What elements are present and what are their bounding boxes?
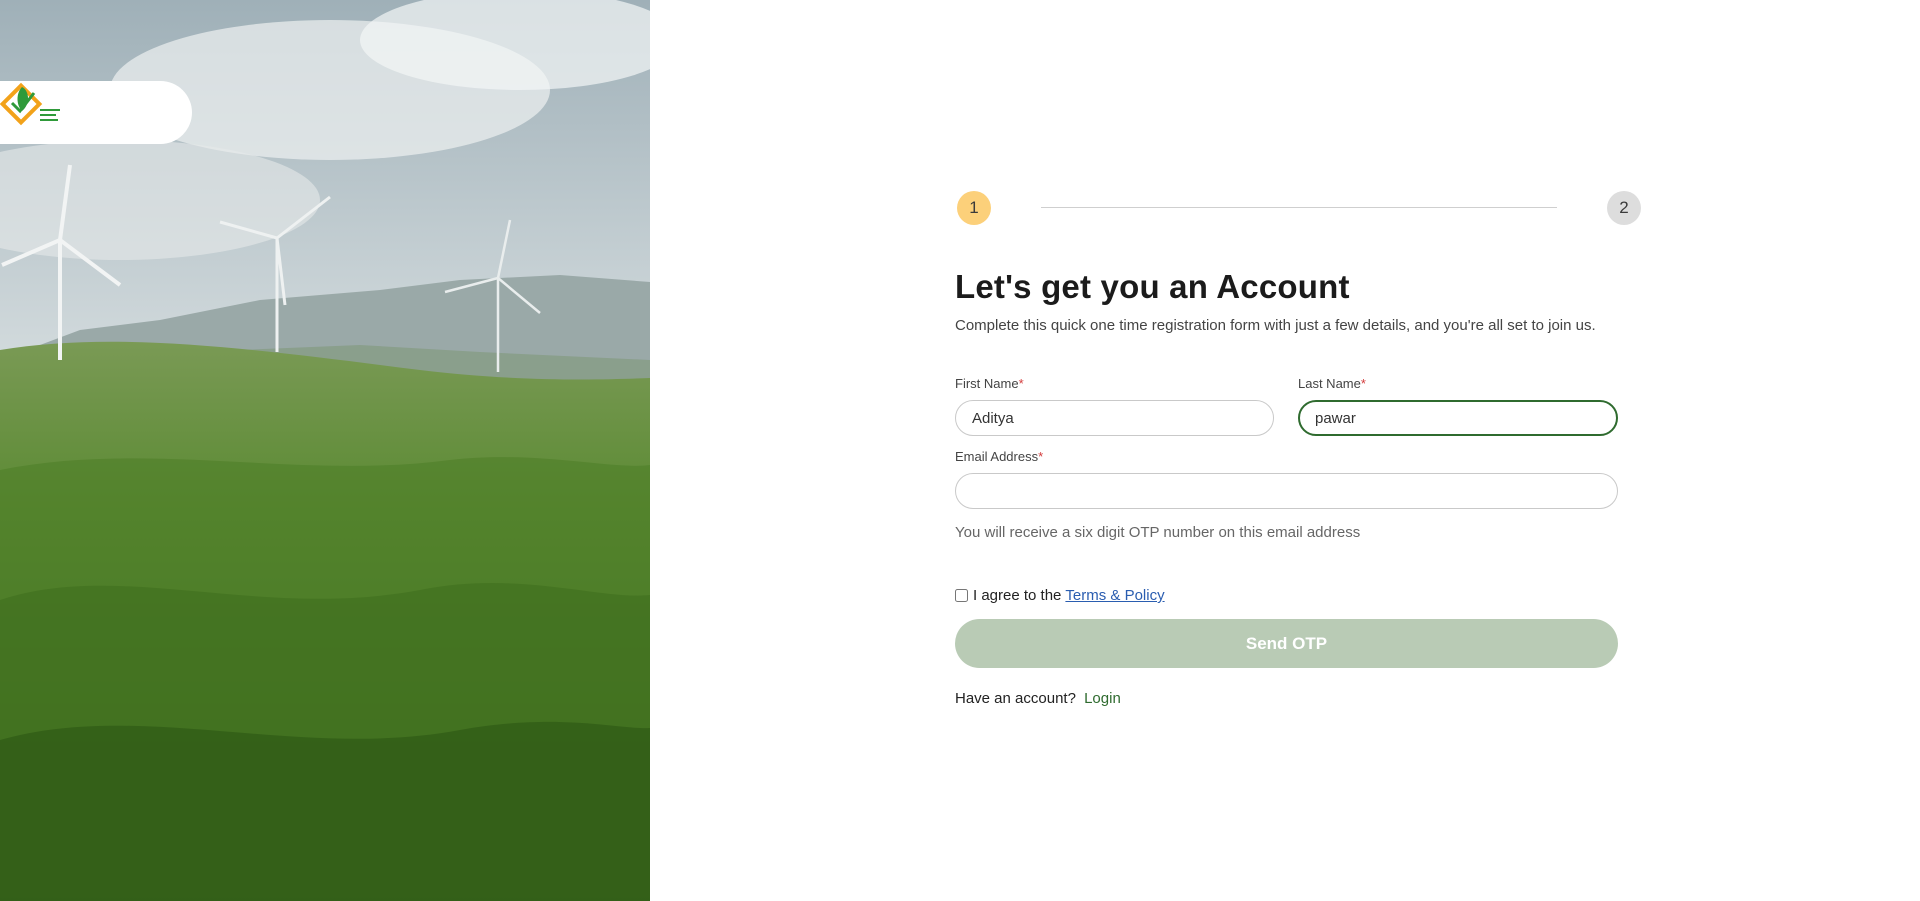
leaf-check-logo-icon <box>0 82 60 126</box>
login-prompt-row: Have an account? Login <box>955 690 1121 707</box>
step-1-indicator: 1 <box>957 191 991 225</box>
login-prompt-text: Have an account? <box>955 690 1076 707</box>
email-hint: You will receive a six digit OTP number … <box>955 524 1361 541</box>
page-subtitle: Complete this quick one time registratio… <box>955 317 1596 334</box>
last-name-input[interactable] <box>1298 400 1618 436</box>
step-2-indicator: 2 <box>1607 191 1641 225</box>
email-label-text: Email Address <box>955 449 1039 464</box>
last-name-label-text: Last Name <box>1298 376 1361 391</box>
send-otp-button[interactable]: Send OTP <box>955 619 1618 668</box>
first-name-label-text: First Name <box>955 376 1019 391</box>
required-mark: * <box>1038 449 1044 464</box>
registration-panel <box>650 0 1920 901</box>
terms-agreement: I agree to the Terms & Policy <box>955 587 1165 604</box>
required-mark: * <box>1018 376 1024 391</box>
stepper-line <box>1041 207 1557 208</box>
last-name-label: Last Name* <box>1298 376 1366 391</box>
terms-checkbox[interactable] <box>955 589 968 602</box>
page-title: Let's get you an Account <box>955 268 1350 305</box>
login-link[interactable]: Login <box>1084 690 1121 707</box>
email-label: Email Address* <box>955 449 1043 464</box>
email-input[interactable] <box>955 473 1618 509</box>
terms-policy-link[interactable]: Terms & Policy <box>1065 587 1164 604</box>
stepper: 1 2 <box>957 191 1641 225</box>
hero-landscape-image <box>0 0 650 901</box>
logo-container[interactable] <box>0 81 192 144</box>
first-name-input[interactable] <box>955 400 1274 436</box>
required-mark: * <box>1360 376 1366 391</box>
agree-text: I agree to the <box>973 587 1062 604</box>
first-name-label: First Name* <box>955 376 1024 391</box>
